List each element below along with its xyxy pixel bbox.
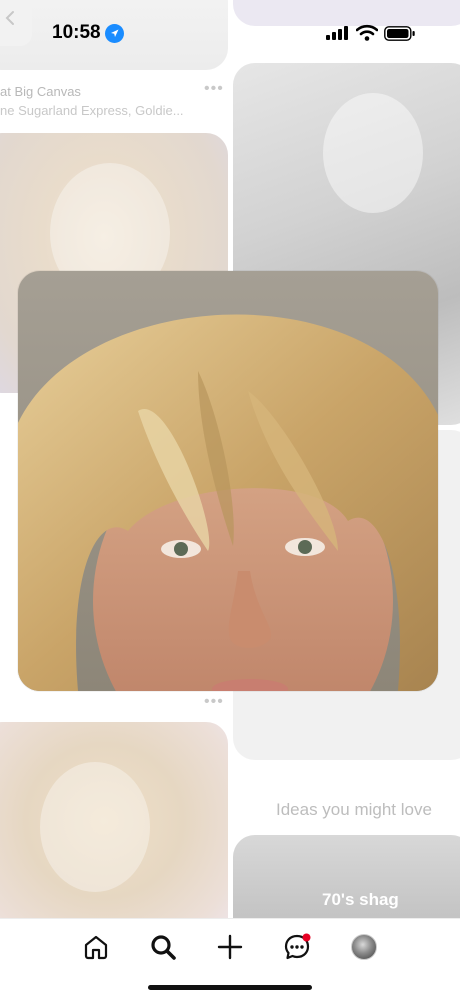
pin-image[interactable] — [0, 722, 228, 918]
location-arrow-icon — [105, 24, 124, 43]
chevron-left-icon — [5, 11, 14, 25]
pin-more-icon[interactable]: ••• — [204, 693, 224, 711]
pin-title: at Big Canvas — [0, 84, 81, 99]
tab-profile[interactable] — [344, 927, 384, 967]
pin-more-icon[interactable]: ••• — [204, 80, 224, 98]
cellular-signal-icon — [326, 26, 348, 40]
home-icon — [84, 935, 108, 960]
pin-subtitle: ne Sugarland Express, Goldie... — [0, 103, 184, 118]
notification-badge-icon — [302, 933, 311, 942]
messages-icon — [284, 933, 311, 960]
plus-icon — [217, 934, 243, 960]
tab-home[interactable] — [76, 927, 116, 967]
status-time: 10:58 — [52, 22, 101, 43]
expanded-pin-image[interactable] — [18, 271, 438, 691]
search-icon — [151, 935, 176, 960]
ideas-section-title: Ideas you might love — [276, 800, 432, 819]
profile-avatar — [351, 934, 377, 960]
idea-card-label: 70's shag — [322, 890, 399, 909]
tab-messages[interactable] — [277, 927, 317, 967]
tab-create[interactable] — [210, 927, 250, 967]
status-bar: 10:58 — [0, 0, 460, 64]
home-indicator — [148, 985, 312, 990]
tab-search[interactable] — [143, 927, 183, 967]
pin-photo — [18, 271, 438, 691]
back-button[interactable] — [0, 0, 32, 46]
wifi-icon — [356, 24, 378, 41]
battery-icon — [384, 26, 415, 41]
